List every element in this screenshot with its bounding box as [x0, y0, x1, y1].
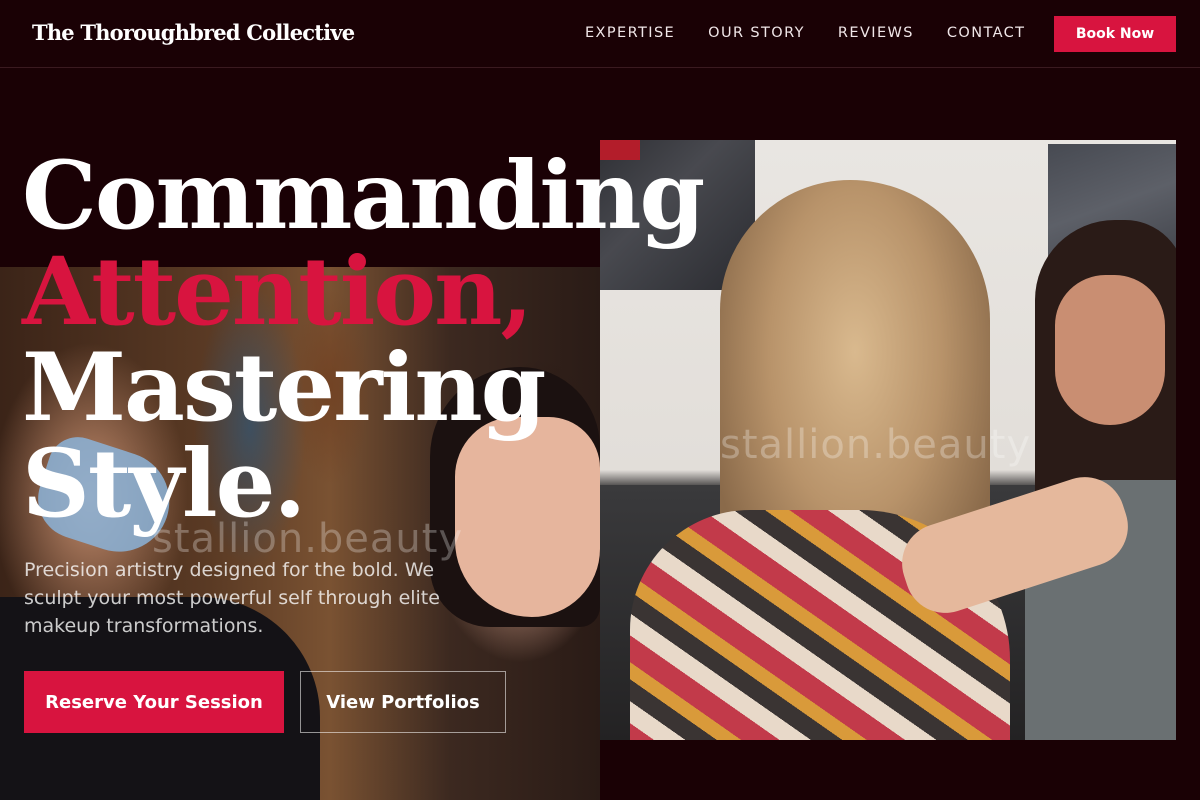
client-face	[1055, 275, 1165, 425]
site-header: The Thoroughbred Collective EXPERTISE OU…	[0, 0, 1200, 68]
headline-line-4: Style.	[22, 429, 306, 539]
reserve-session-button[interactable]: Reserve Your Session	[24, 671, 284, 733]
book-now-button[interactable]: Book Now	[1054, 16, 1176, 52]
main-nav: EXPERTISE OUR STORY REVIEWS CONTACT	[585, 25, 1058, 41]
brand-logo[interactable]: The Thoroughbred Collective	[32, 20, 355, 45]
nav-link-reviews[interactable]: REVIEWS	[838, 25, 914, 41]
view-portfolios-button[interactable]: View Portfolios	[300, 671, 506, 733]
watermark-right: stallion.beauty	[720, 422, 1032, 468]
nav-link-our-story[interactable]: OUR STORY	[708, 25, 805, 41]
nav-link-expertise[interactable]: EXPERTISE	[585, 25, 675, 41]
headline-line-3: Mastering	[22, 333, 546, 443]
headline-line-1: Commanding	[22, 141, 705, 251]
nav-link-contact[interactable]: CONTACT	[947, 25, 1026, 41]
hero-headline: Commanding Attention, Mastering Style.	[22, 141, 705, 539]
hero-subtext: Precision artistry designed for the bold…	[24, 559, 440, 637]
headline-line-2: Attention,	[22, 237, 533, 347]
